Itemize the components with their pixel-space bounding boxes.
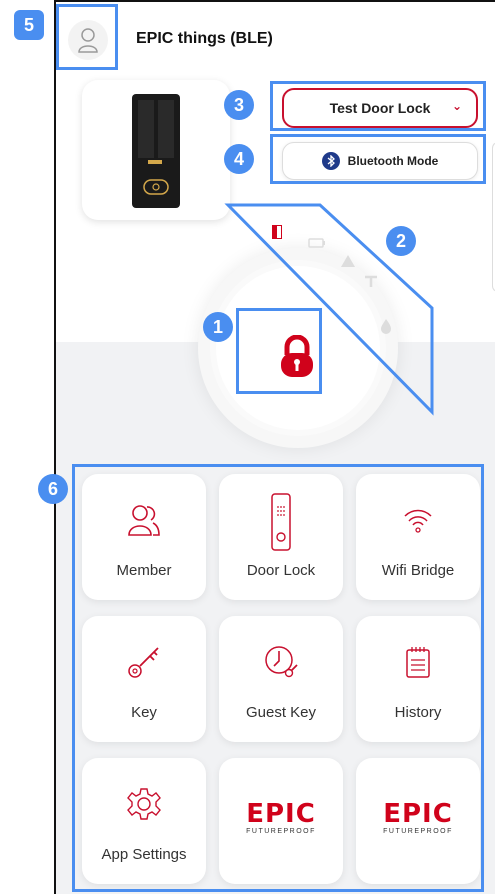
annotation-2: 2 (386, 226, 416, 256)
annotation-3: 3 (224, 90, 254, 120)
annotation-5: 5 (14, 10, 44, 40)
highlight-status-arc (224, 203, 434, 416)
annotation-6: 6 (38, 474, 68, 504)
annotation-4: 4 (224, 144, 254, 174)
annotation-1: 1 (203, 312, 233, 342)
